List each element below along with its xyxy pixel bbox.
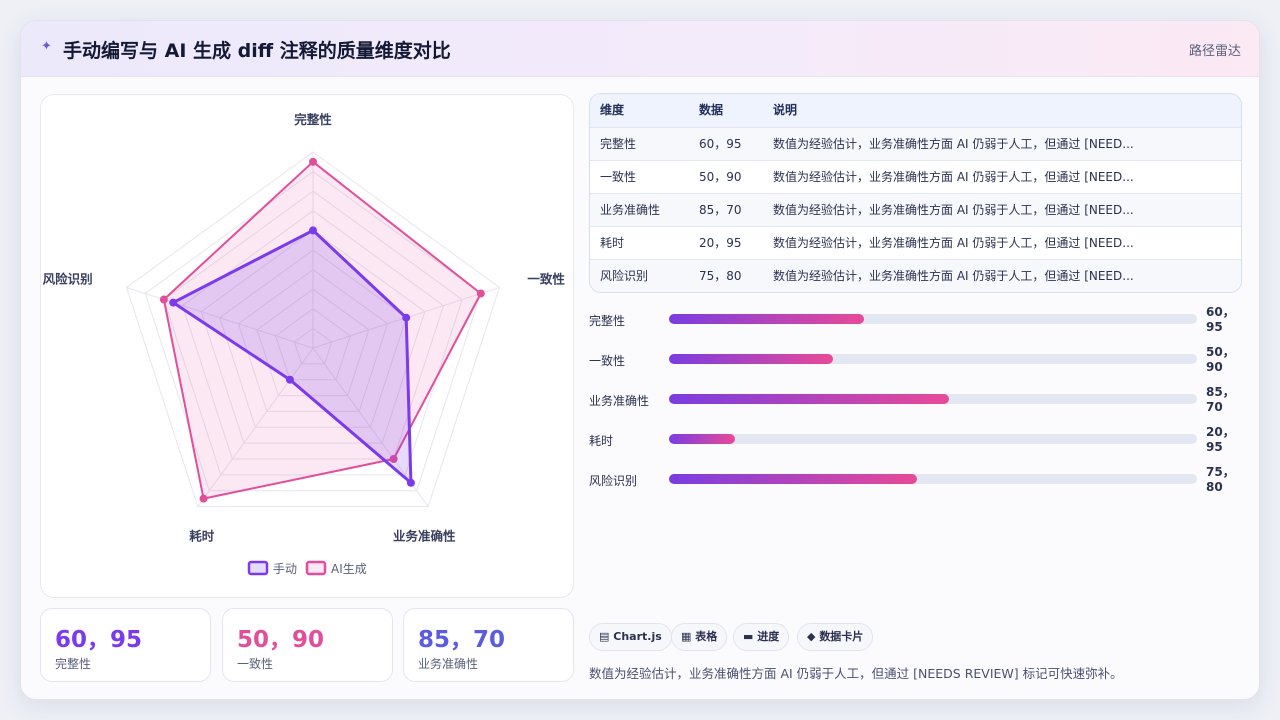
table-cell: 风险识别 — [600, 269, 649, 283]
stat-label: 业务准确性 — [418, 657, 479, 671]
progress-fill — [669, 314, 865, 324]
progress-list: 完整性 60，95 一致性 50，90 业务准确性 85，70 耗时 20，95… — [589, 305, 1249, 506]
footnote: 数值为经验估计，业务准确性方面 AI 仍弱于人工，但通过 [NEEDS REVI… — [589, 666, 1123, 681]
progress-fill — [669, 474, 918, 484]
progress-track — [669, 314, 1197, 324]
progress-row: 完整性 60，95 — [589, 305, 1249, 346]
stat-card-consistency: 50，90 一致性 — [222, 608, 393, 682]
table-header-cell: 数据 — [699, 103, 724, 117]
chip-table[interactable]: ▦ 表格 — [671, 623, 728, 651]
chip-data-card[interactable]: ◆ 数据卡片 — [797, 623, 874, 651]
page-title: 手动编写与 AI 生成 diff 注释的质量维度对比 — [63, 40, 451, 62]
legend-swatch — [305, 560, 327, 576]
chart-icon: ▤ — [599, 630, 610, 643]
dimension-table: 维度 数据 说明 完整性 60，95 数值为经验估计，业务准确性方面 AI 仍弱… — [589, 93, 1242, 293]
stat-card-completeness: 60，95 完整性 — [40, 608, 211, 682]
table-cell: 业务准确性 — [600, 203, 661, 217]
legend-label: AI生成 — [331, 562, 367, 576]
table-row: 业务准确性 85，70 数值为经验估计，业务准确性方面 AI 仍弱于人工，但通过… — [590, 193, 1241, 226]
table-row: 一致性 50，90 数值为经验估计，业务准确性方面 AI 仍弱于人工，但通过 [… — [590, 160, 1241, 193]
legend-swatch — [247, 560, 269, 576]
table-cell: 完整性 — [600, 137, 637, 151]
radar-point — [406, 478, 415, 487]
progress-value: 60，95 — [1206, 305, 1235, 334]
radar-point — [199, 494, 208, 503]
progress-fill — [669, 354, 833, 364]
progress-fill — [669, 394, 949, 404]
radar-axis-label: 业务准确性 — [393, 529, 456, 544]
table-row: 完整性 60，95 数值为经验估计，业务准确性方面 AI 仍弱于人工，但通过 [… — [590, 127, 1241, 160]
table-header-cell: 维度 — [600, 103, 625, 117]
chip-label: 表格 — [695, 630, 718, 643]
progress-row: 耗时 20，95 — [589, 425, 1249, 466]
chip-label: Chart.js — [613, 630, 662, 643]
progress-track — [669, 434, 1197, 444]
progress-label: 业务准确性 — [589, 394, 650, 408]
radar-panel: 完整性一致性业务准确性 耗时 风险识别手动 AI生成 — [40, 94, 574, 598]
progress-value: 20，95 — [1206, 425, 1235, 454]
table-cell: 20，95 — [699, 236, 742, 250]
stat-value: 50，90 — [237, 627, 325, 653]
table-cell: 数值为经验估计，业务准确性方面 AI 仍弱于人工，但通过 [NEED... — [773, 203, 1134, 217]
progress-icon: ▬ — [743, 630, 754, 643]
chip-label: 进度 — [757, 630, 780, 643]
progress-value: 85，70 — [1206, 385, 1235, 414]
chip-label: 数据卡片 — [819, 630, 864, 643]
table-header-cell: 说明 — [773, 103, 798, 117]
table-icon: ▦ — [681, 630, 692, 643]
table-cell: 一致性 — [600, 170, 637, 184]
stat-label: 完整性 — [55, 657, 92, 671]
radar-point — [402, 313, 411, 322]
progress-label: 耗时 — [589, 434, 614, 448]
radar-axis-label: 完整性 — [294, 112, 332, 127]
legend-label: 手动 — [273, 562, 297, 576]
stat-value: 85，70 — [418, 627, 506, 653]
table-row: 耗时 20，95 数值为经验估计，业务准确性方面 AI 仍弱于人工，但通过 [N… — [590, 226, 1241, 259]
radar-axis-label: 一致性 — [527, 271, 565, 286]
chip-chartjs[interactable]: ▤ Chart.js — [589, 623, 672, 651]
table-cell: 耗时 — [600, 236, 625, 250]
table-header-row: 维度 数据 说明 — [590, 94, 1241, 127]
radar-point — [309, 226, 317, 235]
progress-label: 风险识别 — [589, 474, 638, 488]
progress-row: 风险识别 75，80 — [589, 465, 1249, 506]
progress-value: 75，80 — [1206, 465, 1235, 494]
progress-label: 完整性 — [589, 314, 626, 328]
table-cell: 75，80 — [699, 269, 742, 283]
stat-card-accuracy: 85，70 业务准确性 — [403, 608, 574, 682]
radar-point — [309, 157, 317, 166]
table-cell: 50，90 — [699, 170, 742, 184]
table-row: 风险识别 75，80 数值为经验估计，业务准确性方面 AI 仍弱于人工，但通过 … — [590, 259, 1241, 292]
main-card: ✦ 手动编写与 AI 生成 diff 注释的质量维度对比 路径雷达 完整性 一致性… — [20, 20, 1260, 700]
table-cell: 85，70 — [699, 203, 742, 217]
radar-chart: 完整性一致性业务准确性 耗时 风险识别手动 AI生成 — [43, 112, 566, 576]
table-cell: 数值为经验估计，业务准确性方面 AI 仍弱于人工，但通过 [NEED... — [773, 170, 1134, 184]
progress-label: 一致性 — [589, 354, 626, 368]
radar-point — [476, 289, 485, 298]
radar-axis-label: 耗时 — [189, 529, 215, 544]
radar-point — [159, 295, 168, 304]
table-cell: 数值为经验估计，业务准确性方面 AI 仍弱于人工，但通过 [NEED... — [773, 269, 1134, 283]
table-cell: 60，95 — [699, 137, 742, 151]
progress-row: 一致性 50，90 — [589, 345, 1249, 386]
progress-track — [669, 394, 1197, 404]
radar-point — [169, 298, 178, 307]
table-cell: 数值为经验估计，业务准确性方面 AI 仍弱于人工，但通过 [NEED... — [773, 137, 1134, 151]
progress-value: 50，90 — [1206, 345, 1235, 374]
diamond-icon: ◆ — [807, 630, 816, 643]
header: ✦ 手动编写与 AI 生成 diff 注释的质量维度对比 路径雷达 — [21, 21, 1259, 77]
radar-point — [285, 375, 294, 384]
progress-row: 业务准确性 85，70 — [589, 385, 1249, 426]
progress-track — [669, 354, 1197, 364]
chip-progress[interactable]: ▬ 进度 — [733, 623, 790, 651]
stat-value: 60，95 — [55, 627, 143, 653]
table-cell: 数值为经验估计，业务准确性方面 AI 仍弱于人工，但通过 [NEED... — [773, 236, 1134, 250]
radar-axis-label: 风险识别 — [43, 271, 93, 286]
progress-track — [669, 474, 1197, 484]
stat-label: 一致性 — [237, 657, 274, 671]
sparkle-icon: ✦ — [41, 39, 52, 54]
path-radar-link[interactable]: 路径雷达 — [1189, 40, 1241, 59]
progress-fill — [669, 434, 735, 444]
